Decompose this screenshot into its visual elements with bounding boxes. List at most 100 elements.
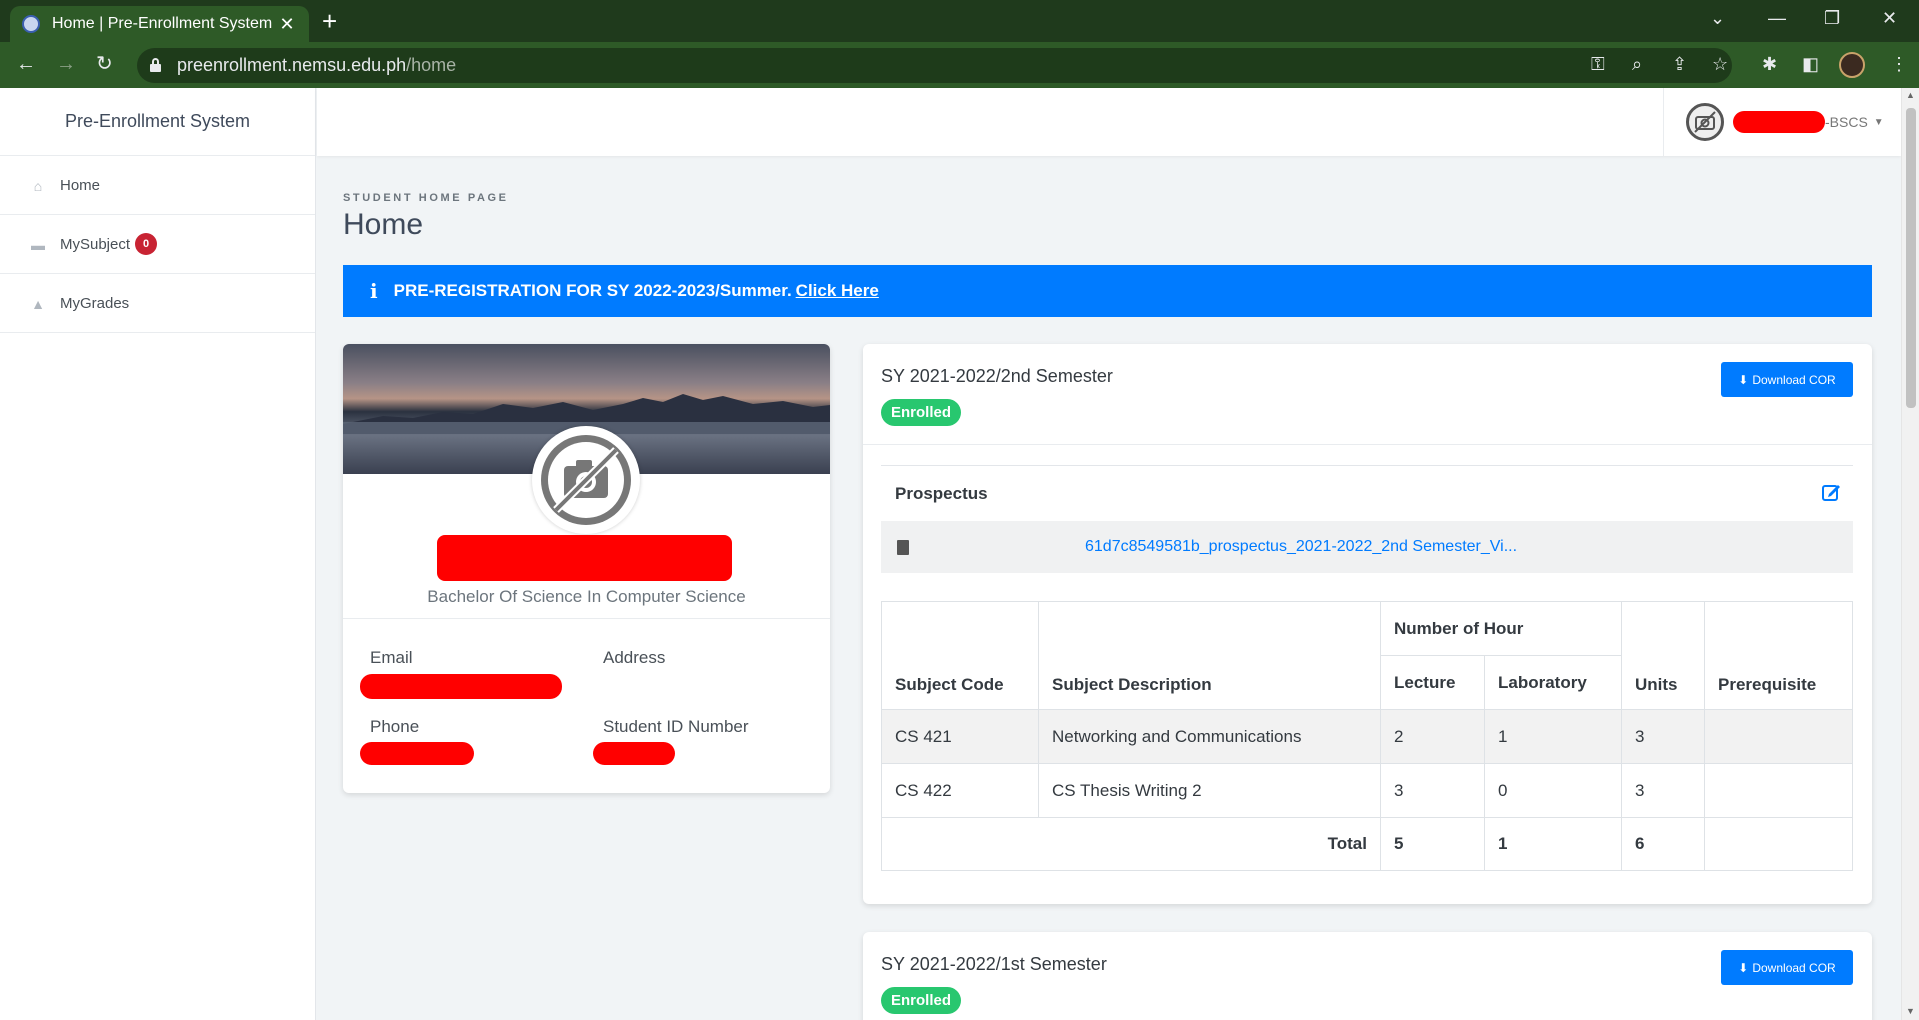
minimize-icon[interactable]: — xyxy=(1768,8,1786,29)
total-laboratory: 1 xyxy=(1484,817,1622,871)
close-tab-icon[interactable]: ✕ xyxy=(277,14,297,35)
cell-prerequisite xyxy=(1704,709,1853,764)
redacted-phone xyxy=(360,742,474,765)
cell-subject-description: Networking and Communications xyxy=(1038,709,1381,764)
cell-subject-code: CS 421 xyxy=(881,709,1039,764)
url-text[interactable]: preenrollment.nemsu.edu.ph/home xyxy=(177,55,456,76)
sidebar-item-label: MyGrades xyxy=(60,294,130,312)
scrollbar-thumb[interactable] xyxy=(1906,108,1916,408)
cell-subject-description: CS Thesis Writing 2 xyxy=(1038,763,1381,818)
column-header-laboratory: Laboratory xyxy=(1484,655,1622,710)
student-program: Bachelor Of Science In Computer Science xyxy=(427,587,746,606)
folder-icon: ▬ xyxy=(31,237,45,253)
home-icon: ⌂ xyxy=(33,178,43,194)
info-icon: i xyxy=(370,279,378,303)
cell-lecture: 3 xyxy=(1380,763,1485,818)
profile-avatar xyxy=(532,426,640,534)
cell-laboratory: 1 xyxy=(1484,709,1622,764)
enrollment-status-badge: Enrolled xyxy=(881,399,962,426)
semester-title: SY 2021-2022/1st Semester xyxy=(881,954,1107,974)
column-header-subject-description: Subject Description xyxy=(1038,601,1381,710)
table-total-row: Total 5 1 6 xyxy=(881,817,1853,871)
mountain-landscape xyxy=(343,394,830,434)
card-divider xyxy=(343,618,830,619)
page-title: Home xyxy=(343,208,424,241)
download-cor-button[interactable]: ⬇ Download COR xyxy=(1721,362,1853,397)
prospectus-panel: Prospectus 61d7c8549581b_prospectus_2021… xyxy=(881,465,1853,573)
semester-card: SY 2021-2022/2nd Semester Enrolled ⬇ Dow… xyxy=(863,344,1872,904)
lock-icon[interactable] xyxy=(150,58,161,72)
browser-profile-avatar[interactable] xyxy=(1839,52,1865,78)
app-brand[interactable]: Pre-Enrollment System xyxy=(0,88,315,156)
column-header-number-of-hour: Number of Hour xyxy=(1380,601,1622,656)
restore-icon[interactable]: ❐ xyxy=(1824,8,1840,29)
download-icon: ⬇ xyxy=(1738,960,1749,975)
close-window-icon[interactable]: ✕ xyxy=(1882,8,1897,29)
tab-search-icon[interactable]: ⌄ xyxy=(1710,8,1725,29)
site-favicon-icon xyxy=(22,15,40,33)
share-icon[interactable]: ⇪ xyxy=(1672,54,1687,75)
page-scrollbar[interactable]: ▲ ▼ xyxy=(1901,88,1919,1020)
new-tab-button[interactable]: + xyxy=(322,8,337,34)
redacted-student-name xyxy=(437,535,732,581)
bookmark-star-icon[interactable]: ☆ xyxy=(1712,54,1728,75)
column-header-subject-code: Subject Code xyxy=(881,601,1039,710)
enrollment-status-badge: Enrolled xyxy=(881,987,962,1014)
key-icon[interactable]: ⚿ xyxy=(1591,54,1605,75)
total-units: 6 xyxy=(1621,817,1705,871)
prospectus-header: Prospectus xyxy=(881,466,1853,521)
reload-icon[interactable]: ↻ xyxy=(96,52,113,76)
zoom-icon[interactable]: ⌕ xyxy=(1632,54,1642,75)
alert-link[interactable]: Click Here xyxy=(796,281,879,301)
caret-down-icon: ▼ xyxy=(1873,116,1884,128)
edit-icon[interactable] xyxy=(1821,482,1841,502)
redacted-username xyxy=(1733,111,1825,133)
sidebar-item-home[interactable]: ⌂ Home xyxy=(0,156,315,215)
card-divider xyxy=(863,444,1872,445)
cell-units: 3 xyxy=(1621,763,1705,818)
download-cor-label: Download COR xyxy=(1752,372,1836,387)
user-avatar xyxy=(1686,103,1724,141)
side-panel-icon[interactable]: ◧ xyxy=(1802,54,1819,75)
email-label: Email xyxy=(370,648,413,667)
cell-lecture: 2 xyxy=(1380,709,1485,764)
sidebar-item-mygrades[interactable]: ▲ MyGrades xyxy=(0,274,315,333)
prospectus-label: Prospectus xyxy=(895,483,988,503)
user-role: -BSCS xyxy=(1825,114,1868,130)
file-icon xyxy=(897,539,909,555)
subject-count-badge: 0 xyxy=(135,233,158,255)
browser-tab[interactable]: Home | Pre-Enrollment System ✕ xyxy=(10,6,309,42)
extensions-icon[interactable]: ✱ xyxy=(1762,54,1777,75)
user-menu[interactable]: -BSCS ▼ xyxy=(1663,88,1901,156)
browser-menu-icon[interactable]: ⋮ xyxy=(1890,54,1908,75)
prospectus-file-link[interactable]: 61d7c8549581b_prospectus_2021-2022_2nd S… xyxy=(1085,538,1517,556)
cell-laboratory: 0 xyxy=(1484,763,1622,818)
semester-card: SY 2021-2022/1st Semester Enrolled ⬇ Dow… xyxy=(863,932,1872,1020)
download-cor-label: Download COR xyxy=(1752,960,1836,975)
sidebar-item-label: MySubject xyxy=(60,235,131,253)
table-row: CS 422 CS Thesis Writing 2 3 0 3 xyxy=(881,763,1853,818)
cell-subject-code: CS 422 xyxy=(881,763,1039,818)
table-row: CS 421 Networking and Communications 2 1… xyxy=(881,709,1853,764)
redacted-student-id xyxy=(593,742,675,765)
scroll-up-icon[interactable]: ▲ xyxy=(1906,90,1915,100)
download-cor-button[interactable]: ⬇ Download COR xyxy=(1721,950,1853,985)
forward-icon[interactable]: → xyxy=(56,52,76,76)
sidebar-item-label: Home xyxy=(60,176,101,194)
sidebar-item-mysubject[interactable]: ▬ MySubject 0 xyxy=(0,215,315,274)
redacted-email xyxy=(360,674,562,699)
prospectus-file-row: 61d7c8549581b_prospectus_2021-2022_2nd S… xyxy=(881,521,1853,573)
cell-prerequisite xyxy=(1704,763,1853,818)
pre-registration-alert: i PRE-REGISTRATION FOR SY 2022-2023/Summ… xyxy=(343,265,1872,317)
no-photo-icon xyxy=(1694,111,1716,133)
table-header-row: Subject Code Subject Description Number … xyxy=(881,601,1853,710)
back-icon[interactable]: ← xyxy=(16,52,36,76)
no-photo-icon xyxy=(541,435,631,525)
address-label: Address xyxy=(603,648,666,667)
alert-text: PRE-REGISTRATION FOR SY 2022-2023/Summer… xyxy=(393,281,792,300)
profile-card: Bachelor Of Science In Computer Science … xyxy=(343,344,830,793)
cell-units: 3 xyxy=(1621,709,1705,764)
download-icon: ⬇ xyxy=(1738,372,1749,387)
scroll-down-icon[interactable]: ▼ xyxy=(1906,1006,1915,1016)
total-prerequisite xyxy=(1704,817,1853,871)
